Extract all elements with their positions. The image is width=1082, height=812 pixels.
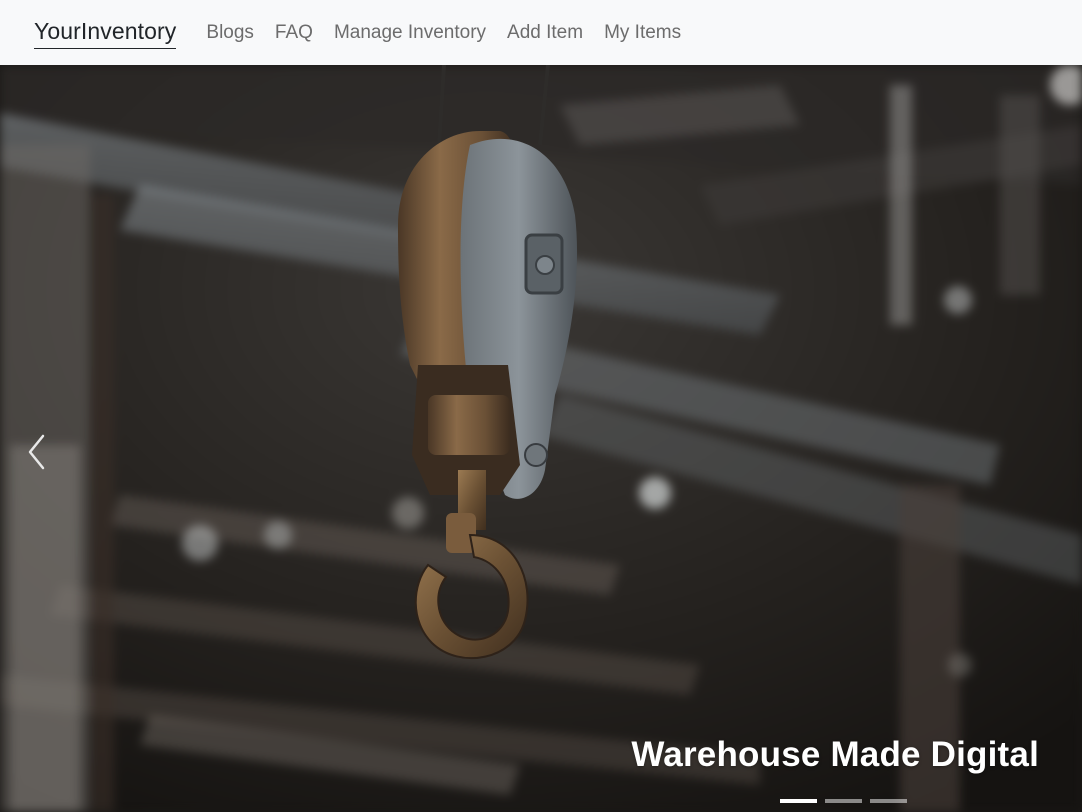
nav-link-add-item[interactable]: Add Item [507, 19, 583, 47]
nav-link-manage-inventory[interactable]: Manage Inventory [334, 19, 486, 47]
brand-logo-link[interactable]: YourInventory [34, 17, 177, 49]
nav-link-blogs[interactable]: Blogs [206, 19, 254, 47]
top-navbar: YourInventory Blogs FAQ Manage Inventory… [0, 0, 1082, 65]
chevron-left-icon [28, 434, 45, 470]
hero-carousel: Warehouse Made Digital [0, 65, 1082, 812]
nav-link-my-items[interactable]: My Items [604, 19, 681, 47]
carousel-indicator-2[interactable] [825, 799, 862, 803]
crane-hook-image [398, 65, 578, 659]
carousel-caption: Warehouse Made Digital [631, 735, 1039, 774]
carousel-prev-button[interactable] [20, 425, 54, 479]
carousel-indicators [780, 799, 907, 803]
nav-link-faq[interactable]: FAQ [275, 19, 313, 47]
carousel-indicator-1[interactable] [780, 799, 817, 803]
carousel-indicator-3[interactable] [870, 799, 907, 803]
